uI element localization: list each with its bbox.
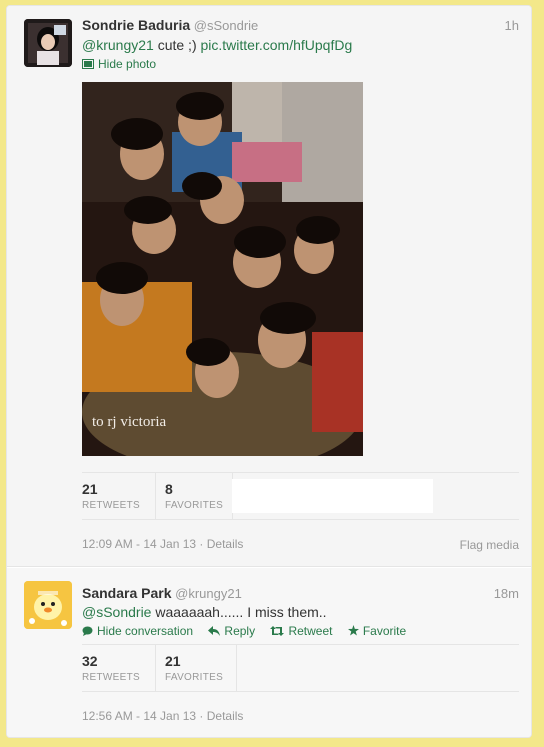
favorites-label: FAVORITES (165, 672, 224, 683)
favorite-button[interactable]: Favorite (347, 624, 407, 638)
tweet-body: cute ;) (153, 37, 201, 53)
stat-divider (155, 645, 156, 691)
username[interactable]: @sSondrie (194, 18, 259, 33)
stat-divider (236, 645, 237, 691)
tweet-time[interactable]: 18m (494, 586, 519, 601)
hide-photo-button[interactable]: Hide photo (82, 57, 156, 71)
favorite-label: Favorite (362, 624, 407, 638)
tweet-actions: Hide conversation Reply Retweet Favorite (82, 624, 418, 638)
retweets-label: RETWEETS (82, 500, 140, 511)
star-icon (347, 625, 359, 636)
favorites-label: FAVORITES (165, 500, 224, 511)
avatar[interactable] (24, 581, 72, 629)
retweets-label: RETWEETS (82, 672, 140, 683)
favorites-count: 8 (165, 481, 173, 497)
retweets-stat[interactable]: 21 RETWEETS (82, 481, 140, 511)
avatar[interactable] (24, 19, 72, 67)
retweets-count: 32 (82, 653, 98, 669)
reply-button[interactable]: Reply (208, 624, 258, 638)
tweet-text: @sSondrie waaaaaah...... I miss them.. (82, 604, 327, 620)
mention-link[interactable]: @krungy21 (82, 37, 154, 53)
hide-photo-label: Hide photo (98, 57, 157, 71)
fullname[interactable]: Sandara Park (82, 585, 172, 601)
photo-caption: to rj victoria (92, 414, 167, 430)
tweet-stats: 32 RETWEETS 21 FAVORITES (82, 644, 519, 692)
retweets-count: 21 (82, 481, 98, 497)
favorites-count: 21 (165, 653, 181, 669)
tweet-header: Sandara Park @krungy21 (82, 585, 242, 601)
retweet-label: Retweet (288, 624, 333, 638)
timeline: Sondrie Baduria @sSondrie 1h @krungy21 c… (6, 5, 532, 738)
tweet-stats: 21 RETWEETS 8 FAVORITES (82, 472, 519, 520)
tweet-body: waaaaaah...... I miss them.. (151, 604, 327, 620)
tweet-expanded[interactable]: Sandara Park @krungy21 18m @sSondrie waa… (7, 568, 531, 737)
hide-conversation-button[interactable]: Hide conversation (82, 624, 196, 638)
reply-arrow-icon (208, 626, 221, 636)
stat-divider (155, 473, 156, 519)
mention-link[interactable]: @sSondrie (82, 604, 151, 620)
retweets-stat[interactable]: 32 RETWEETS (82, 653, 140, 683)
hide-conversation-label: Hide conversation (97, 624, 194, 638)
tweet-header: Sondrie Baduria @sSondrie (82, 17, 258, 33)
tweet-time[interactable]: 1h (505, 18, 519, 33)
username[interactable]: @krungy21 (175, 586, 242, 601)
fullname[interactable]: Sondrie Baduria (82, 17, 190, 33)
tweet-actions: Hide photo (82, 57, 168, 71)
favoriter-avatars[interactable] (232, 479, 433, 513)
tweet-expanded[interactable]: Sondrie Baduria @sSondrie 1h @krungy21 c… (7, 6, 531, 567)
pic-link[interactable]: pic.twitter.com/hfUpqfDg (201, 37, 353, 53)
speech-bubble-icon (82, 626, 93, 636)
tweet-text: @krungy21 cute ;) pic.twitter.com/hfUpqf… (82, 37, 352, 53)
retweet-icon (270, 626, 285, 636)
favorites-stat[interactable]: 21 FAVORITES (165, 653, 223, 683)
reply-label: Reply (224, 624, 256, 638)
tweet-timestamp[interactable]: 12:56 AM - 14 Jan 13 · Details (82, 709, 243, 723)
photo-icon (82, 59, 94, 69)
retweet-button[interactable]: Retweet (270, 624, 335, 638)
flag-media-link[interactable]: Flag media (460, 538, 519, 552)
favorites-stat[interactable]: 8 FAVORITES (165, 481, 223, 511)
tweet-timestamp[interactable]: 12:09 AM - 14 Jan 13 · Details (82, 537, 243, 551)
tweet-photo[interactable]: to rj victoria (82, 82, 363, 456)
